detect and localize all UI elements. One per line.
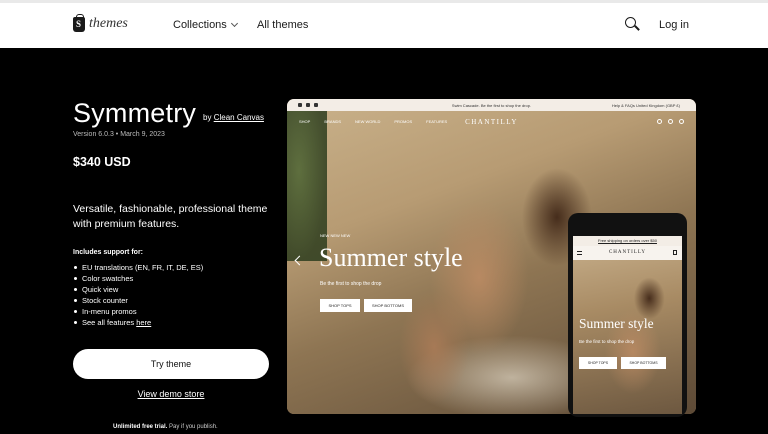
by-prefix: by [203, 113, 212, 122]
cart-icon [679, 119, 684, 124]
mobile-hero-title: Summer style [579, 316, 654, 331]
feature-item: EU translations (EN, FR, IT, DE, ES) [73, 262, 203, 273]
shopify-bag-icon [73, 13, 85, 32]
search-icon[interactable] [625, 17, 640, 31]
site-header: themes Collections All themes Log in [0, 0, 768, 48]
hero-eyebrow: NEW NEW NEW [320, 233, 351, 238]
theme-title: Symmetry [73, 98, 197, 128]
chevron-down-icon [230, 19, 238, 28]
preview-logo: CHANTILLY [465, 118, 518, 126]
hero-shop-bottoms-button: SHOP BOTTOMS [364, 299, 412, 312]
shopify-themes-logo[interactable]: themes [73, 13, 128, 32]
try-theme-button[interactable]: Try theme [73, 349, 269, 379]
feature-item-see-all: See all features here [73, 317, 203, 328]
nav-collections[interactable]: Collections [173, 19, 238, 31]
support-title: Includes support for: [73, 249, 143, 256]
mobile-logo: CHANTILLY [608, 250, 647, 255]
login-link[interactable]: Log in [659, 19, 689, 31]
cart-icon [673, 250, 677, 255]
feature-item: Color swatches [73, 273, 203, 284]
trial-note: Unlimited free trial. Pay if you publish… [113, 424, 218, 430]
logo-text: themes [89, 16, 128, 31]
feature-item: Quick view [73, 284, 203, 295]
hero-foliage [287, 111, 327, 261]
mobile-shop-tops-button: SHOP TOPS [579, 357, 617, 369]
preview-promo-bar: Swim Cascade. Be the first to shop the d… [287, 99, 696, 111]
feature-item: Stock counter [73, 295, 203, 306]
feature-item: In-menu promos [73, 306, 203, 317]
trial-text: Pay if you publish. [169, 424, 218, 430]
mobile-header: CHANTILLY [573, 246, 682, 260]
see-all-link[interactable]: here [136, 318, 151, 327]
mobile-screen: Free shipping on orders over $50 CHANTIL… [573, 236, 682, 414]
see-all-text: See all features [82, 318, 135, 327]
theme-description: Versatile, fashionable, professional the… [73, 203, 268, 230]
mobile-hero-subtitle: Be the first to shop the drop [579, 339, 635, 344]
search-icon [668, 119, 673, 124]
trial-bold: Unlimited free trial. [113, 424, 168, 430]
author-link[interactable]: Clean Canvas [214, 113, 264, 122]
preview-promo-right: Help & FAQs United Kingdom (GBP £) [611, 103, 680, 108]
mobile-shop-bottoms-button: SHOP BOTTOMS [621, 357, 666, 369]
theme-version: Version 6.0.3 • March 9, 2023 [73, 131, 165, 138]
nav-collections-label: Collections [173, 19, 227, 31]
mobile-promo-bar: Free shipping on orders over $50 [573, 236, 682, 246]
mobile-preview: Free shipping on orders over $50 CHANTIL… [568, 213, 687, 417]
theme-author: by Clean Canvas [203, 113, 264, 122]
nav-all-themes[interactable]: All themes [257, 19, 308, 31]
theme-price: $340 USD [73, 155, 131, 169]
account-icon [657, 119, 662, 124]
hero-title: Summer style [319, 243, 463, 272]
hero-shop-tops-button: SHOP TOPS [320, 299, 360, 312]
preview-header-icons [657, 119, 684, 124]
hero-subtitle: Be the first to shop the drop [320, 281, 382, 287]
feature-list: EU translations (EN, FR, IT, DE, ES) Col… [73, 262, 203, 328]
